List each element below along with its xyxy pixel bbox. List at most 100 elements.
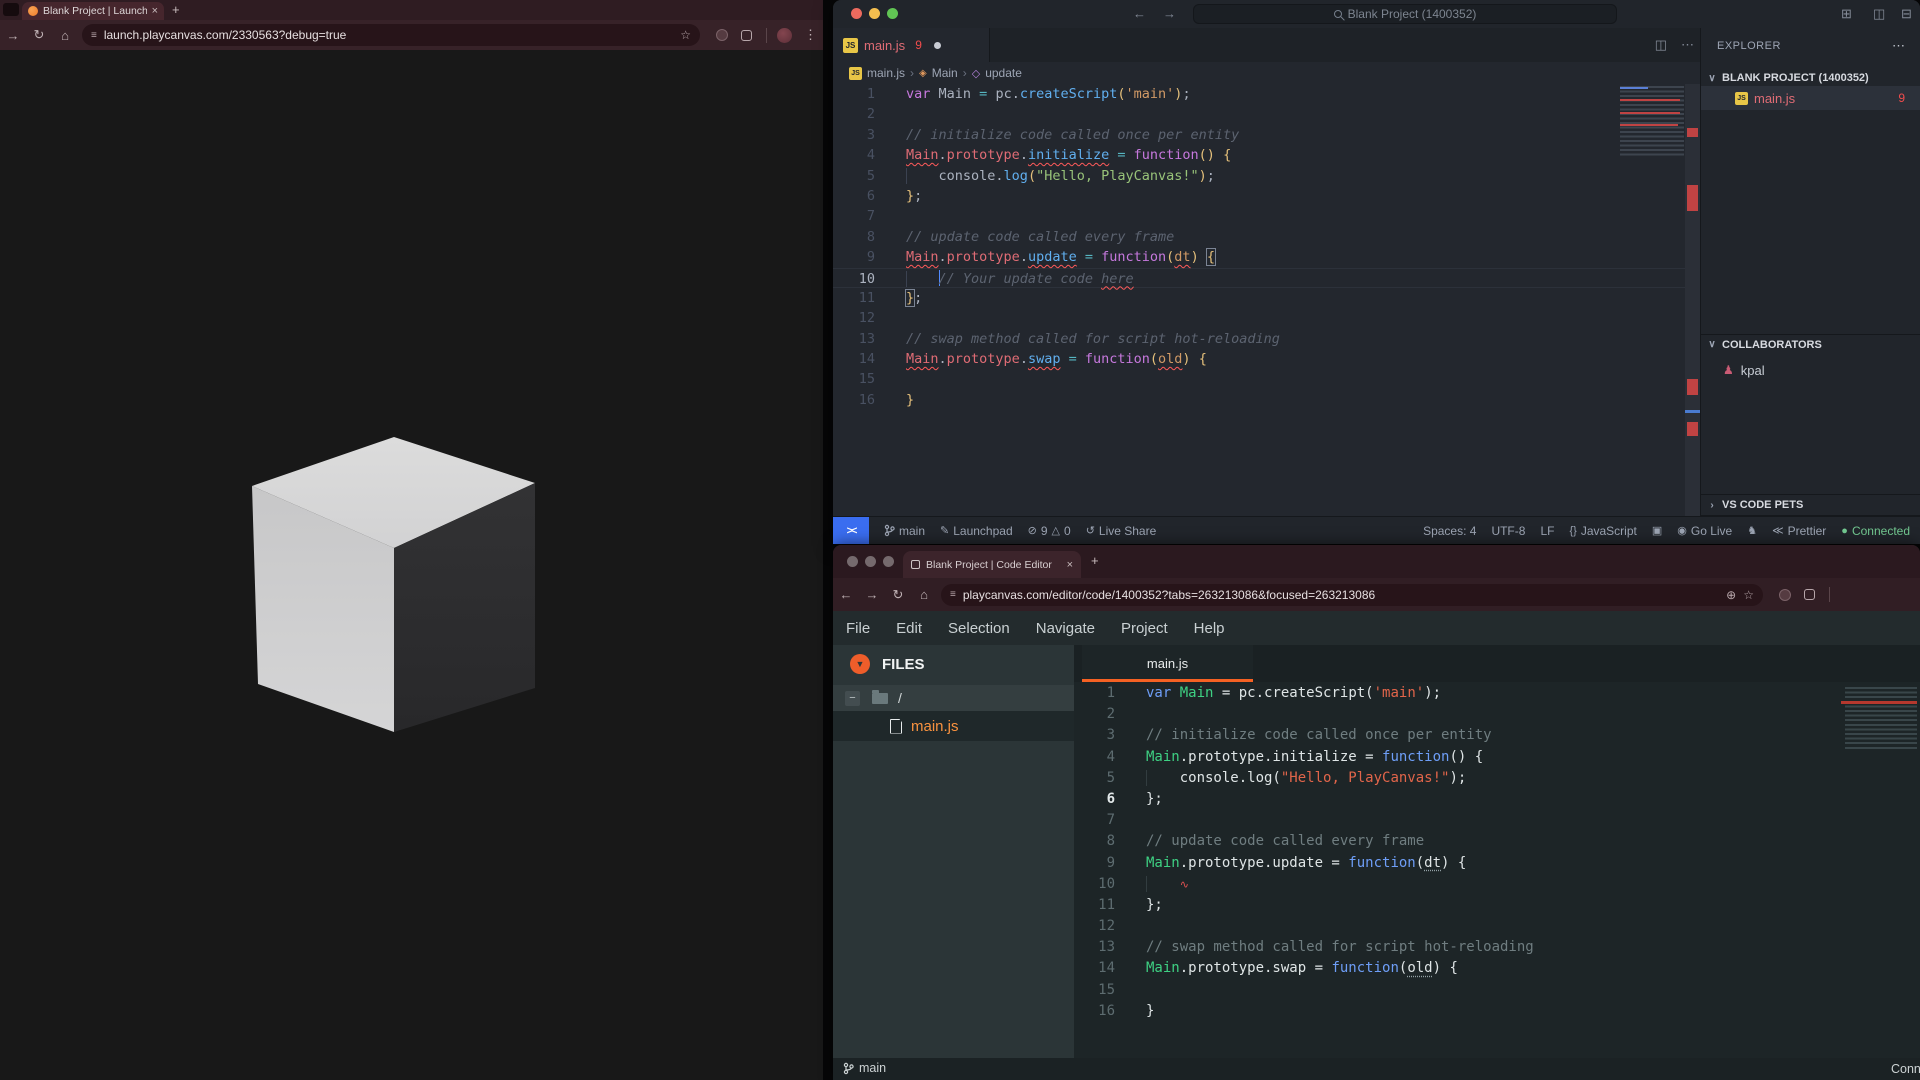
extensions-icon[interactable] [1804, 589, 1815, 600]
prettier-status[interactable]: ≪ Prettier [1772, 524, 1826, 538]
split-layout-icon[interactable]: ◫ [1873, 6, 1885, 22]
maximize-window-button[interactable] [887, 8, 898, 19]
back-icon[interactable]: ← [833, 587, 859, 602]
code-line-6[interactable]: 6}; [1074, 789, 1920, 810]
close-window-button[interactable] [851, 8, 862, 19]
minimize-window-button[interactable] [869, 8, 880, 19]
site-info-icon[interactable]: ≡ [91, 30, 97, 41]
code-line-5[interactable]: 5 console.log("Hello, PlayCanvas!"); [833, 166, 1700, 186]
code-line-2[interactable]: 2 [1074, 704, 1920, 725]
split-editor-icon[interactable]: ◫ [1655, 37, 1667, 53]
breadcrumb-method[interactable]: update [985, 66, 1022, 80]
menu-file[interactable]: File [846, 620, 870, 637]
git-branch-status[interactable]: main [884, 524, 925, 538]
tree-item-root[interactable]: − / [833, 685, 1074, 711]
language-status[interactable]: {} JavaScript [1569, 524, 1636, 538]
code-line-3[interactable]: 3// initialize code called once per enti… [1074, 725, 1920, 746]
close-tab-icon[interactable]: × [152, 5, 158, 17]
url-text[interactable]: launch.playcanvas.com/2330563?debug=true [104, 28, 673, 42]
code-line-4[interactable]: 4Main.prototype.initialize = function() … [1074, 747, 1920, 768]
code-line-1[interactable]: 1var Main = pc.createScript('main'); [833, 84, 1700, 104]
code-line-14[interactable]: 14Main.prototype.swap = function(old) { [1074, 958, 1920, 979]
menu-project[interactable]: Project [1121, 620, 1168, 637]
code-line-14[interactable]: 14Main.prototype.swap = function(old) { [833, 349, 1700, 369]
close-tab-icon[interactable]: × [1067, 559, 1073, 571]
code-line-9[interactable]: 9Main.prototype.update = function(dt) { [1074, 853, 1920, 874]
code-line-12[interactable]: 12 [833, 308, 1700, 328]
profile-avatar[interactable] [1779, 589, 1791, 601]
command-center-search[interactable]: Blank Project (1400352) [1193, 4, 1617, 24]
minimap[interactable] [1845, 687, 1917, 751]
forward-icon[interactable]: → [859, 587, 885, 602]
menu-navigate[interactable]: Navigate [1036, 620, 1095, 637]
new-tab-button[interactable]: + [172, 2, 180, 17]
new-tab-button[interactable]: + [1091, 553, 1099, 568]
code-line-16[interactable]: 16} [833, 390, 1700, 410]
browser-menu-icon[interactable]: ⋮ [804, 27, 817, 43]
connected-status[interactable]: ● Connected [1841, 524, 1910, 538]
code-line-13[interactable]: 13// swap method called for script hot-r… [833, 329, 1700, 349]
go-live-status[interactable]: ◉ Go Live [1677, 524, 1732, 538]
tab-main-js[interactable]: main.js [1082, 645, 1253, 682]
encoding-status[interactable]: UTF-8 [1491, 524, 1525, 538]
section-vs-code-pets[interactable]: › VS CODE PETS [1701, 494, 1920, 516]
code-line-6[interactable]: 6}; [833, 186, 1700, 206]
launchpad-status[interactable]: ✎ Launchpad [940, 524, 1013, 538]
bookmark-star-icon[interactable]: ☆ [680, 28, 691, 42]
extension-badge-icon[interactable] [716, 29, 728, 41]
code-editor[interactable]: 1var Main = pc.createScript('main');23//… [1074, 682, 1920, 1058]
extensions-icon[interactable] [741, 30, 752, 41]
reload-icon[interactable]: ↻ [26, 27, 52, 43]
section-blank-project[interactable]: ∨ BLANK PROJECT (1400352) [1701, 68, 1920, 88]
indentation-status[interactable]: Spaces: 4 [1423, 524, 1476, 538]
code-line-10[interactable]: 10 // Your update code here [833, 268, 1700, 288]
code-line-3[interactable]: 3// initialize code called once per enti… [833, 125, 1700, 145]
history-forward-icon[interactable]: → [1163, 6, 1176, 21]
minimap[interactable] [1620, 86, 1684, 158]
problems-status[interactable]: ⊘ 9 △ 0 [1028, 524, 1071, 538]
toggle-panel-icon[interactable]: ⊟ [1901, 6, 1912, 22]
tree-item-main-js[interactable]: main.js [833, 711, 1074, 741]
reload-icon[interactable]: ↻ [885, 587, 911, 603]
url-text[interactable]: playcanvas.com/editor/code/1400352?tabs=… [963, 588, 1719, 602]
breadcrumb-file[interactable]: main.js [867, 66, 905, 80]
code-line-15[interactable]: 15 [833, 369, 1700, 389]
pets-status[interactable]: ♞ [1747, 524, 1757, 537]
feedback-status[interactable]: ▣ [1652, 524, 1662, 537]
unsaved-dot-icon[interactable] [934, 42, 941, 49]
site-info-icon[interactable]: ≡ [950, 589, 956, 600]
code-line-8[interactable]: 8// update code called every frame [1074, 831, 1920, 852]
code-line-15[interactable]: 15 [1074, 980, 1920, 1001]
code-line-4[interactable]: 4Main.prototype.initialize = function() … [833, 145, 1700, 165]
code-line-9[interactable]: 9Main.prototype.update = function(dt) { [833, 247, 1700, 267]
code-line-1[interactable]: 1var Main = pc.createScript('main'); [1074, 683, 1920, 704]
remote-indicator[interactable]: >< [833, 517, 869, 545]
tab-blank-project-launch[interactable]: Blank Project | Launch × [22, 2, 164, 20]
menu-help[interactable]: Help [1194, 620, 1225, 637]
tab-main-js[interactable]: JS main.js 9 [833, 28, 990, 62]
code-line-11[interactable]: 11}; [833, 288, 1700, 308]
code-line-12[interactable]: 12 [1074, 916, 1920, 937]
address-bar[interactable]: ≡ launch.playcanvas.com/2330563?debug=tr… [82, 24, 700, 46]
profile-avatar[interactable] [777, 28, 792, 43]
branch-status[interactable]: main [843, 1061, 886, 1075]
sidebar-item-main-js[interactable]: JS main.js 9 [1701, 86, 1920, 110]
viewport-3d[interactable] [0, 50, 823, 1080]
explorer-more-icon[interactable]: ⋯ [1892, 38, 1905, 54]
code-line-7[interactable]: 7 [1074, 810, 1920, 831]
bookmark-star-icon[interactable]: ☆ [1743, 588, 1754, 602]
code-line-5[interactable]: 5 console.log("Hello, PlayCanvas!"); [1074, 768, 1920, 789]
address-bar[interactable]: ≡ playcanvas.com/editor/code/1400352?tab… [941, 584, 1763, 606]
collapse-icon[interactable]: − [845, 691, 860, 706]
overview-ruler[interactable] [1685, 84, 1700, 516]
history-back-icon[interactable]: ← [1133, 6, 1146, 21]
minimize-window-button[interactable] [865, 556, 876, 567]
menu-selection[interactable]: Selection [948, 620, 1010, 637]
code-line-11[interactable]: 11}; [1074, 895, 1920, 916]
live-share-status[interactable]: ↺ Live Share [1086, 524, 1157, 538]
home-icon[interactable]: ⌂ [911, 587, 937, 602]
forward-icon[interactable]: → [0, 28, 26, 43]
code-line-8[interactable]: 8// update code called every frame [833, 227, 1700, 247]
code-line-7[interactable]: 7 [833, 206, 1700, 226]
code-line-16[interactable]: 16} [1074, 1001, 1920, 1022]
